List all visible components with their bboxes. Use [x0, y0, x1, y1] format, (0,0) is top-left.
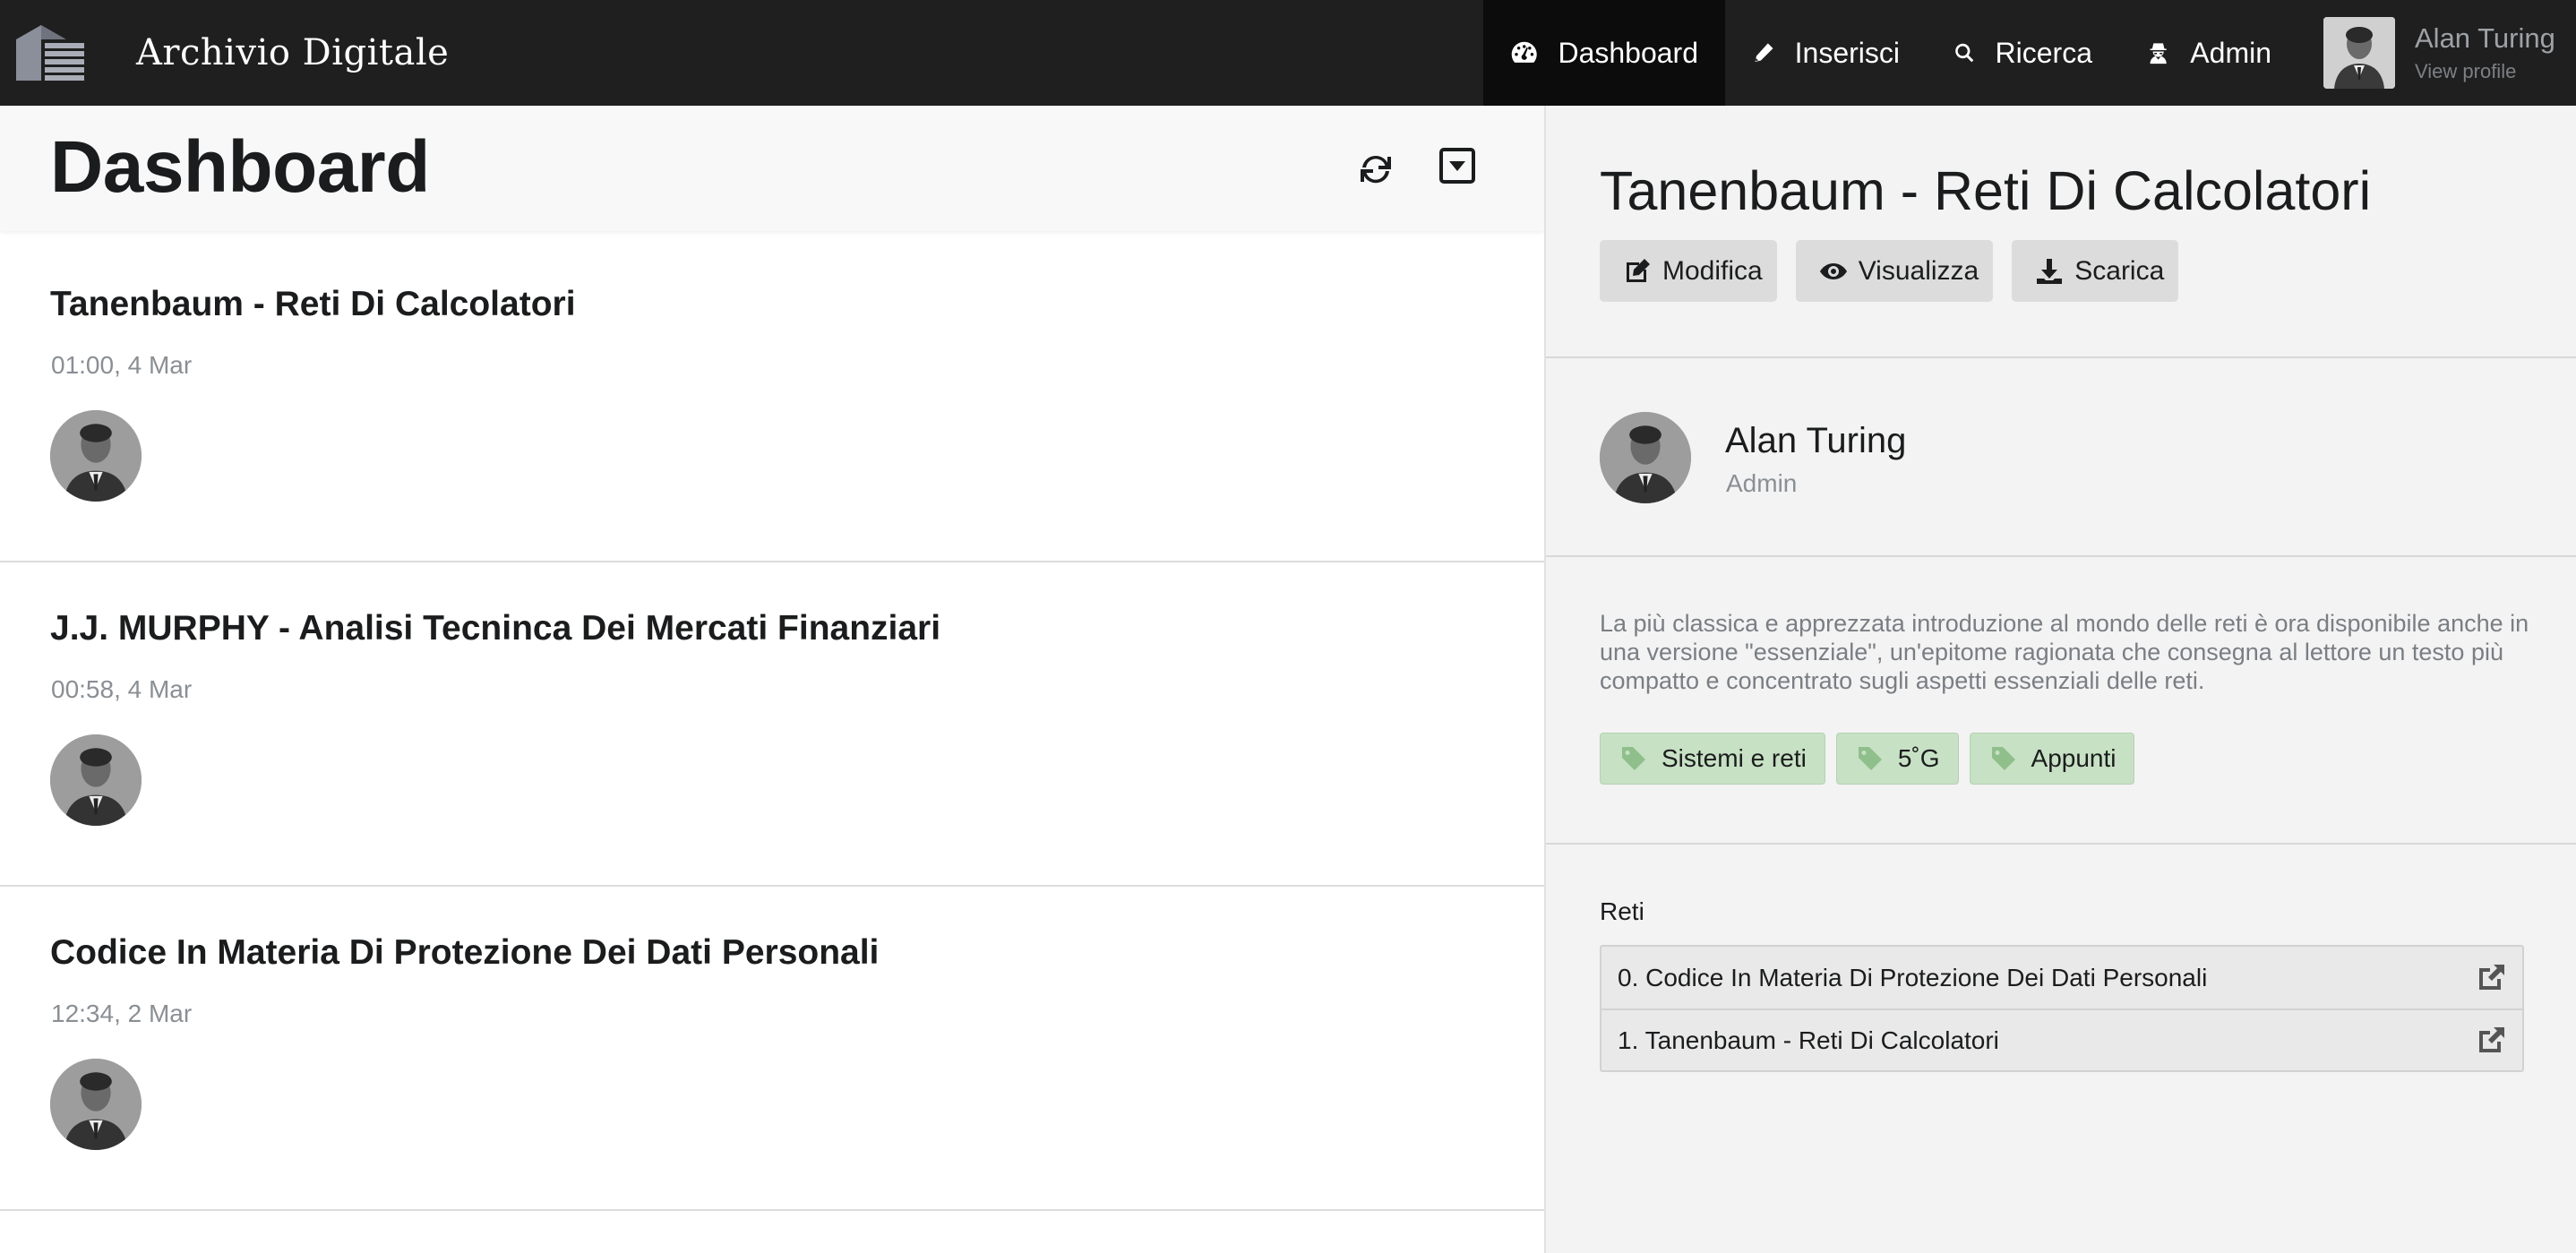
tag-list: Sistemi e reti 5˚G Appunti	[1600, 733, 2145, 785]
profile-menu[interactable]: Alan Turing View profile	[2323, 0, 2555, 106]
nav-admin-label: Admin	[2190, 36, 2271, 69]
nav-admin[interactable]: Admin	[2119, 0, 2298, 106]
collection-item[interactable]: 0. Codice In Materia Di Protezione Dei D…	[1601, 947, 2522, 1008]
tag-label: 5˚G	[1897, 744, 1940, 772]
download-button[interactable]: Scarica	[2012, 240, 2179, 302]
tag[interactable]: Appunti	[1969, 733, 2135, 785]
document-title: Tanenbaum - Reti Di Calcolatori	[50, 285, 576, 323]
avatar	[2323, 17, 2395, 89]
document-description: La più classica e apprezzata introduzion…	[1600, 610, 2529, 694]
author-name: Alan Turing	[1725, 421, 1907, 460]
avatar	[50, 1059, 142, 1150]
document-date: 01:00, 4 Mar	[51, 351, 193, 379]
list-item[interactable]: Tanenbaum - Reti Di Calcolatori 01:00, 4…	[0, 238, 1544, 562]
document-title: J.J. MURPHY - Analisi Tecninca Dei Merca…	[50, 609, 941, 648]
avatar	[50, 410, 142, 502]
user-secret-icon	[2150, 43, 2167, 64]
author-role: Admin	[1726, 469, 1798, 497]
list-item[interactable]: Codice In Materia Di Protezione Dei Dati…	[0, 887, 1544, 1211]
nav-dashboard[interactable]: Dashboard	[1483, 0, 1725, 106]
download-icon	[2037, 258, 2063, 284]
search-icon	[1955, 43, 1974, 63]
collection-item-label: 0. Codice In Materia Di Protezione Dei D…	[1618, 963, 2208, 991]
tag-icon	[1622, 747, 1645, 770]
refresh-icon[interactable]	[1357, 150, 1395, 188]
external-link-icon[interactable]	[2476, 1026, 2506, 1056]
tag[interactable]: 5˚G	[1835, 733, 1959, 785]
detail-title: Tanenbaum - Reti Di Calcolatori	[1600, 160, 2372, 221]
collection-item[interactable]: 1. Tanenbaum - Reti Di Calcolatori	[1601, 1008, 2522, 1070]
dashboard-column: Dashboard Tanenbaum - Reti Di Calcolator…	[0, 106, 1544, 1253]
tag-label: Appunti	[2031, 744, 2117, 772]
tag-icon	[1991, 747, 2015, 770]
document-date: 12:34, 2 Mar	[51, 1000, 193, 1027]
divider	[1546, 843, 2576, 845]
nav-ricerca[interactable]: Ricerca	[1927, 0, 2119, 106]
edit-button-label: Modifica	[1662, 255, 1763, 286]
top-navbar: Archivio Digitale Dashboard Inserisci Ri…	[0, 0, 2576, 106]
collection-label: Reti	[1600, 897, 1644, 925]
document-date: 00:58, 4 Mar	[51, 675, 193, 703]
main-nav: Dashboard Inserisci Ricerca Admin	[1483, 0, 2298, 106]
collection-item-label: 1. Tanenbaum - Reti Di Calcolatori	[1618, 1026, 1999, 1054]
pencil-icon	[1755, 43, 1773, 62]
divider	[1546, 555, 2576, 557]
eye-icon	[1819, 262, 1847, 279]
nav-ricerca-label: Ricerca	[1995, 36, 2092, 69]
nav-inserisci[interactable]: Inserisci	[1725, 0, 1927, 106]
avatar	[50, 734, 142, 826]
profile-name: Alan Turing	[2415, 22, 2555, 54]
edit-button[interactable]: Modifica	[1600, 240, 1777, 302]
brand[interactable]: Archivio Digitale	[0, 0, 449, 106]
external-link-icon[interactable]	[2476, 963, 2506, 993]
view-profile-link[interactable]: View profile	[2415, 59, 2555, 84]
archive-logo-icon	[16, 25, 84, 81]
download-button-label: Scarica	[2074, 255, 2165, 286]
nav-inserisci-label: Inserisci	[1794, 36, 1900, 69]
tag-label: Sistemi e reti	[1662, 744, 1807, 772]
document-title: Codice In Materia Di Protezione Dei Dati…	[50, 933, 880, 972]
app-title: Archivio Digitale	[136, 32, 450, 73]
edit-icon	[1627, 258, 1650, 282]
view-button-label: Visualizza	[1858, 255, 1979, 286]
avatar	[1600, 412, 1691, 503]
dashboard-icon	[1511, 41, 1537, 63]
tag[interactable]: Sistemi e reti	[1600, 733, 1825, 785]
page-title: Dashboard	[50, 126, 430, 208]
collection-list: 0. Codice In Materia Di Protezione Dei D…	[1600, 945, 2524, 1072]
divider	[1546, 356, 2576, 358]
dashboard-header: Dashboard	[0, 106, 1544, 231]
detail-panel: Tanenbaum - Reti Di Calcolatori Modifica…	[1544, 106, 2576, 1253]
collapse-icon[interactable]	[1438, 147, 1476, 185]
tag-icon	[1858, 747, 1882, 770]
list-item[interactable]: J.J. MURPHY - Analisi Tecninca Dei Merca…	[0, 562, 1544, 887]
nav-dashboard-label: Dashboard	[1558, 36, 1698, 69]
view-button[interactable]: Visualizza	[1795, 240, 1994, 302]
detail-actions: Modifica Visualizza Scarica	[1600, 240, 2197, 302]
